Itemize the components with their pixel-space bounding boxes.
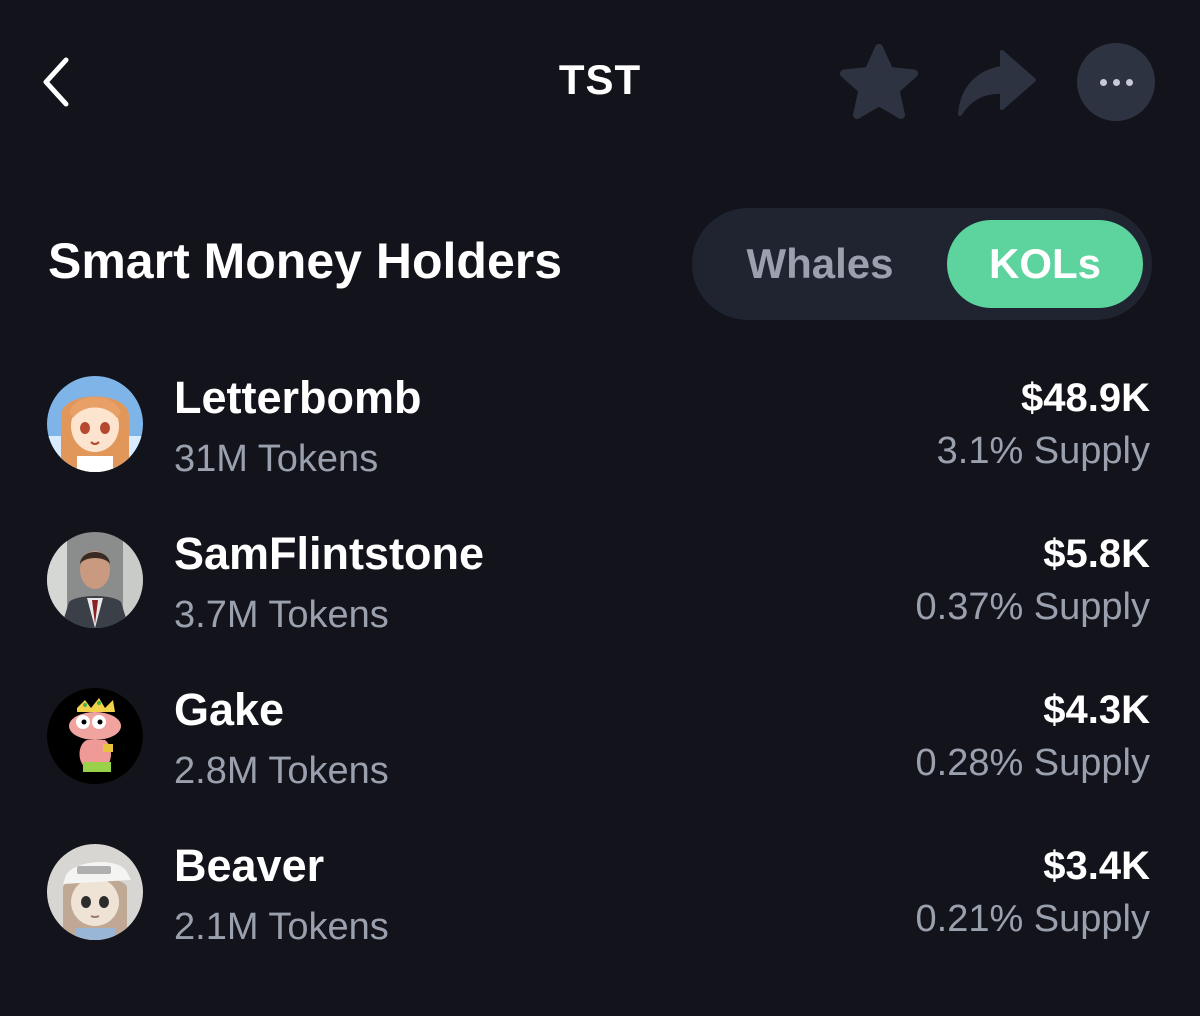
holder-tokens: 31M Tokens — [174, 438, 379, 480]
tab-whales[interactable]: Whales — [714, 220, 926, 308]
holder-row[interactable]: Letterbomb 31M Tokens $48.9K 3.1% Supply — [0, 362, 1200, 518]
holder-name: Gake — [174, 684, 285, 735]
holder-row[interactable]: SamFlintstone 3.7M Tokens $5.8K 0.37% Su… — [0, 518, 1200, 674]
share-button[interactable] — [954, 46, 1040, 120]
holder-name: Beaver — [174, 840, 325, 891]
avatar — [47, 376, 143, 472]
holder-value: $5.8K — [1043, 532, 1150, 576]
holder-row[interactable]: Beaver 2.1M Tokens $3.4K 0.21% Supply — [0, 830, 1200, 986]
holder-name: Letterbomb — [174, 372, 422, 423]
holders-list: Letterbomb 31M Tokens $48.9K 3.1% Supply — [0, 362, 1200, 986]
holder-tokens: 2.1M Tokens — [174, 906, 389, 948]
more-dots-icon — [1099, 78, 1107, 86]
avatar — [47, 532, 143, 628]
share-arrow-icon — [958, 50, 1036, 116]
tab-kols[interactable]: KOLs — [947, 220, 1143, 308]
holder-supply: 0.28% Supply — [915, 742, 1151, 784]
favorite-button[interactable] — [836, 42, 922, 124]
holder-tokens: 3.7M Tokens — [174, 594, 389, 636]
holder-name: SamFlintstone — [174, 528, 485, 579]
page-title: TST — [558, 56, 642, 103]
holder-value: $48.9K — [1021, 376, 1150, 420]
holder-type-toggle: Whales KOLs — [692, 208, 1152, 320]
avatar — [47, 688, 143, 784]
star-icon — [840, 44, 918, 119]
holder-row[interactable]: Gake 2.8M Tokens $4.3K 0.28% Supply — [0, 674, 1200, 830]
section-title: Smart Money Holders — [48, 233, 563, 289]
chevron-left-icon — [43, 57, 69, 107]
more-options-button[interactable] — [1077, 43, 1155, 121]
back-button[interactable] — [36, 52, 80, 112]
holder-tokens: 2.8M Tokens — [174, 750, 389, 792]
holder-supply: 0.21% Supply — [915, 898, 1151, 940]
token-holders-screen: TST Smart Money Holders Whales KOLs Lett… — [0, 0, 1200, 1016]
holder-value: $3.4K — [1043, 844, 1150, 888]
holder-supply: 3.1% Supply — [936, 430, 1150, 472]
avatar — [47, 844, 143, 940]
more-dots-icon — [1112, 78, 1120, 86]
more-dots-icon — [1125, 78, 1133, 86]
holder-supply: 0.37% Supply — [915, 586, 1151, 628]
holder-value: $4.3K — [1043, 688, 1150, 732]
